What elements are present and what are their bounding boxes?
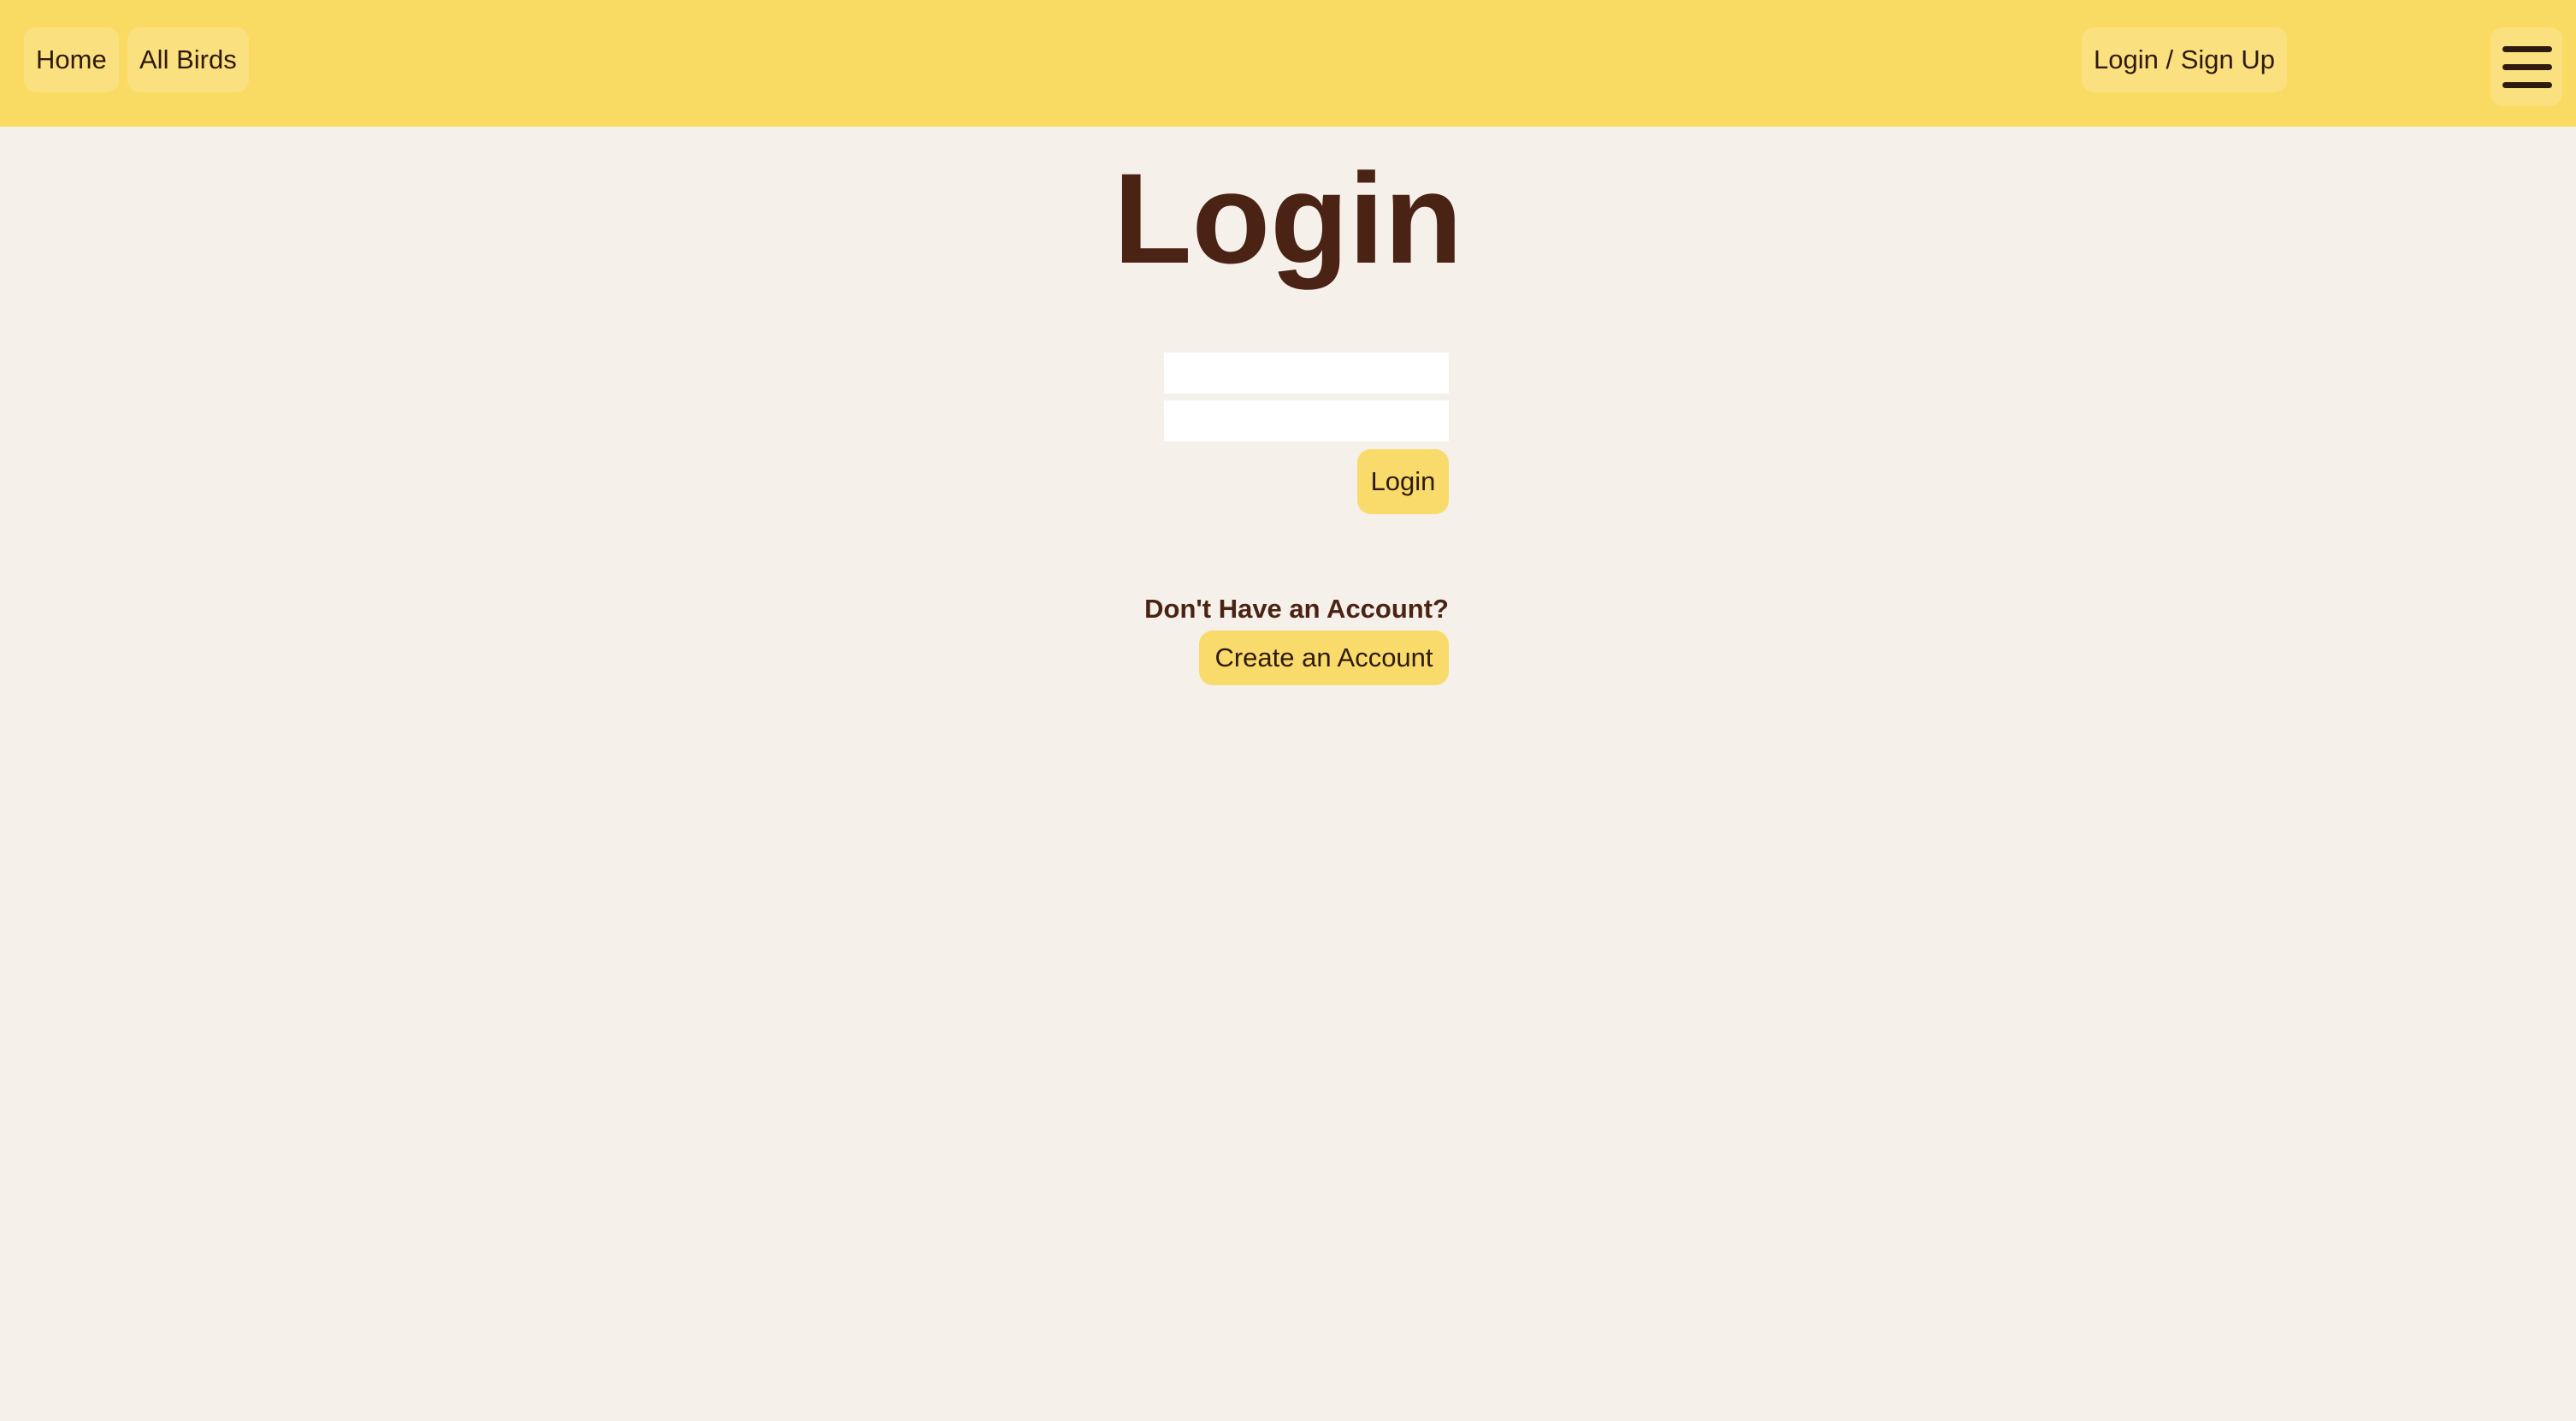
menu-bar-bottom: [2502, 82, 2552, 88]
password-input[interactable]: [1164, 400, 1449, 441]
login-button[interactable]: Login: [1357, 449, 1449, 514]
nav-home-link[interactable]: Home: [24, 27, 119, 92]
nav-all-birds-link[interactable]: All Birds: [127, 27, 249, 92]
navbar: Home All Birds Login / Sign Up: [0, 0, 2576, 127]
create-account-button[interactable]: Create an Account: [1199, 631, 1449, 685]
nav-login-signup-link[interactable]: Login / Sign Up: [2082, 27, 2287, 92]
menu-bar-top: [2502, 46, 2552, 52]
no-account-prompt: Don't Have an Account?: [1144, 594, 1449, 624]
page-title: Login: [1113, 146, 1463, 290]
hamburger-menu-icon[interactable]: [2490, 27, 2562, 106]
username-input[interactable]: [1164, 352, 1449, 394]
menu-bar-middle: [2502, 64, 2552, 70]
